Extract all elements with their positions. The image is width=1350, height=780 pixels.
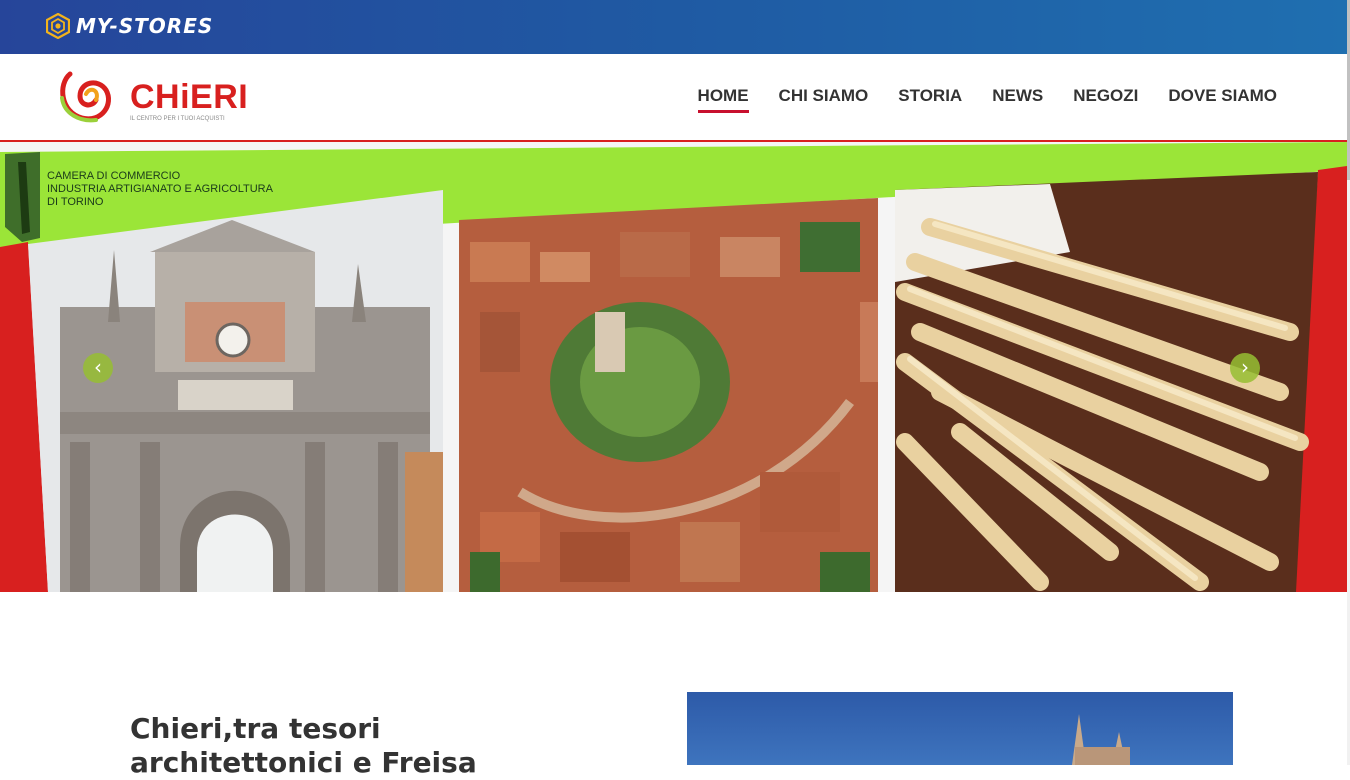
slider-prev-button[interactable]: ‹ — [83, 353, 113, 383]
site-header: CHiERI IL CENTRO PER I TUOI ACQUISTI HOM… — [0, 54, 1347, 142]
slide-aerial-town-photo — [459, 198, 878, 592]
nav-dove-siamo[interactable]: DOVE SIAMO — [1168, 86, 1277, 113]
hexagon-logo-icon — [46, 13, 70, 39]
sponsor-line: CAMERA DI COMMERCIO — [47, 170, 181, 182]
nav-news[interactable]: NEWS — [992, 86, 1043, 113]
hero-slider: CAMERA DI COMMERCIO INDUSTRIA ARTIGIANAT… — [0, 142, 1347, 592]
logo-tagline: IL CENTRO PER I TUOI ACQUISTI — [130, 116, 225, 122]
mystores-brand[interactable]: MY-STORES — [46, 11, 213, 41]
logo-name: CHiERI — [130, 78, 249, 116]
nav-chi-siamo[interactable]: CHI SIAMO — [779, 86, 869, 113]
cathedral-photo — [1072, 714, 1130, 765]
main-nav: HOME CHI SIAMO STORIA NEWS NEGOZI DOVE S… — [697, 86, 1277, 113]
cathedral-image — [687, 692, 1233, 765]
nav-home[interactable]: HOME — [697, 86, 749, 113]
slide-grissini-photo — [895, 172, 1318, 592]
slider-next-button[interactable]: › — [1230, 353, 1260, 383]
chieri-logo[interactable]: CHiERI IL CENTRO PER I TUOI ACQUISTI — [56, 68, 248, 126]
slide-arch-photo — [28, 190, 443, 592]
hero-banner-graphic — [0, 142, 1347, 592]
sponsor-line: INDUSTRIA ARTIGIANATO E AGRICOLTURA — [47, 183, 273, 195]
camera-commercio-logo — [5, 152, 40, 242]
top-bar: MY-STORES — [0, 0, 1347, 54]
spiral-logo-icon — [60, 71, 111, 123]
section-title: Chieri,tra tesori architettonici e Freis… — [130, 712, 477, 779]
chevron-right-icon: › — [1241, 355, 1249, 379]
sponsor-line: DI TORINO — [47, 196, 104, 208]
nav-negozi[interactable]: NEGOZI — [1073, 86, 1138, 113]
sponsor-text: CAMERA DI COMMERCIO INDUSTRIA ARTIGIANAT… — [47, 170, 273, 209]
mystores-label: MY-STORES — [76, 14, 214, 38]
nav-storia[interactable]: STORIA — [898, 86, 962, 113]
chevron-left-icon: ‹ — [94, 355, 102, 379]
